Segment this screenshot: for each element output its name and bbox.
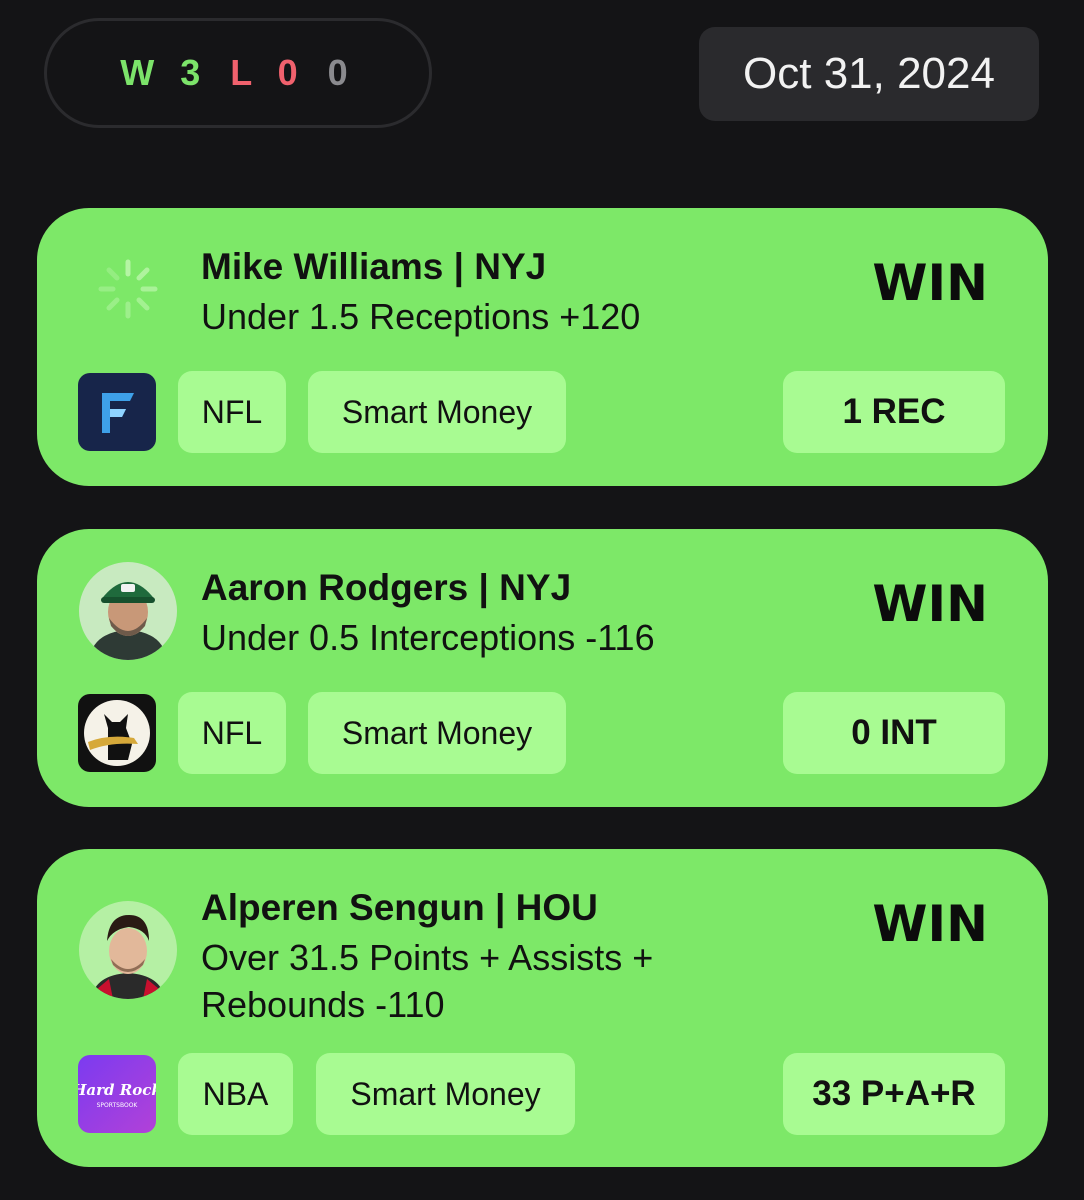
stat-result-tag: 33 P+A+R: [783, 1053, 1005, 1135]
league-tag: NFL: [178, 371, 286, 453]
loading-spinner-icon: [98, 259, 158, 319]
source-tag: Smart Money: [308, 692, 566, 774]
player-name: Alperen Sengun | HOU: [201, 887, 598, 928]
bet-line: Under 0.5 Interceptions -116: [201, 617, 655, 658]
pick-card[interactable]: Mike Williams | NYJ Under 1.5 Receptions…: [37, 208, 1048, 486]
player-name: Aaron Rodgers | NYJ: [201, 567, 572, 608]
record-summary: W 3 L 0 0: [44, 18, 432, 128]
result-label: WIN: [872, 575, 988, 633]
result-label: WIN: [872, 254, 988, 312]
source-tag: Smart Money: [316, 1053, 575, 1135]
date-selector[interactable]: Oct 31, 2024: [699, 27, 1039, 121]
dog-logo-icon: [78, 694, 156, 772]
pushes-count: 0: [327, 52, 356, 93]
result-label: WIN: [872, 895, 988, 953]
stat-result-tag: 1 REC: [783, 371, 1005, 453]
losses-count: L 0: [230, 52, 306, 93]
book-logo-subtext: SPORTSBOOK: [97, 1102, 139, 1109]
player-name: Mike Williams | NYJ: [201, 246, 547, 287]
pick-card[interactable]: Alperen Sengun | HOU Over 31.5 Points + …: [37, 849, 1048, 1167]
source-tag: Smart Money: [308, 371, 566, 453]
bet-line: Over 31.5 Points + Assists + Rebounds -1…: [201, 934, 653, 1028]
wins-count: W 3: [120, 52, 209, 93]
hard-rock-sportsbook-logo-icon: Hard Rock SPORTSBOOK: [78, 1055, 156, 1133]
book-logo-text: Hard Rock: [78, 1081, 156, 1099]
fliff-logo-icon: [78, 373, 156, 451]
league-tag: NFL: [178, 692, 286, 774]
stat-result-tag: 0 INT: [783, 692, 1005, 774]
bet-line-2: Rebounds -110: [201, 984, 445, 1025]
bet-line-1: Over 31.5 Points + Assists +: [201, 937, 654, 978]
pick-card[interactable]: Aaron Rodgers | NYJ Under 0.5 Intercepti…: [37, 529, 1048, 807]
player-avatar: [79, 901, 177, 999]
league-tag: NBA: [178, 1053, 293, 1135]
player-avatar: [79, 562, 177, 660]
bet-line: Under 1.5 Receptions +120: [201, 296, 641, 337]
